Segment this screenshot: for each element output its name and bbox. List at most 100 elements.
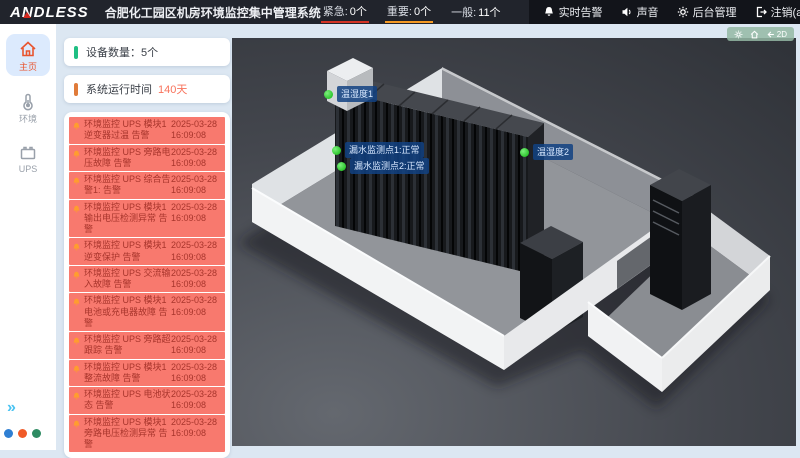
admin-button[interactable]: 后台管理 bbox=[677, 4, 737, 20]
arrow-left-icon bbox=[766, 30, 775, 39]
alarm-row[interactable]: 环境监控 UPS 综合告警1: 告警 2025-03-28 16:09:08 bbox=[69, 172, 225, 199]
alarm-clock: 16:09:08 bbox=[171, 213, 222, 224]
scene-2d-label: 2D bbox=[777, 30, 787, 39]
alarm-row[interactable]: 环境监控 UPS 模块1旁路电压检测异常 告警 2025-03-28 16:09… bbox=[69, 415, 225, 453]
alarm-message: 环境监控 UPS 模块1逆变保护 告警 bbox=[84, 240, 171, 263]
logo-text: ANDLESS bbox=[10, 4, 89, 21]
alarm-timestamp: 2025-03-28 16:09:08 bbox=[171, 295, 222, 318]
green-dot-indicator[interactable] bbox=[32, 429, 41, 438]
alarm-date: 2025-03-28 bbox=[171, 389, 222, 400]
orange-dot-indicator[interactable] bbox=[18, 429, 27, 438]
uptime-value: 140天 bbox=[158, 81, 187, 97]
alarm-message: 环境监控 UPS 电池状态 告警 bbox=[84, 389, 171, 412]
gear-icon bbox=[734, 30, 743, 39]
device-count-card: 设备数量： 5个 bbox=[64, 38, 230, 66]
alarm-message: 环境监控 UPS 模块1电池或充电器故障 告警 bbox=[84, 295, 171, 329]
sensor-label-text: 漏水监测点2:正常 bbox=[350, 158, 429, 174]
scene-toolbar: 2D bbox=[727, 27, 794, 41]
room-3d-view[interactable]: 温湿度1 漏水监测点1:正常 漏水监测点2:正常 温湿度2 bbox=[232, 38, 796, 446]
top-bar: ANDLESS 合肥化工园区机房环境监控集中管理系统 紧急:0个 重要:0个 一… bbox=[0, 0, 800, 24]
sensor-label[interactable]: 温湿度1 bbox=[324, 86, 377, 102]
sensor-label[interactable]: 漏水监测点2:正常 bbox=[337, 158, 429, 174]
device-count-label: 设备数量： bbox=[86, 44, 141, 60]
sidebar-status-dots bbox=[4, 429, 41, 438]
logout-button[interactable]: 注销(admin) bbox=[755, 4, 800, 20]
alarm-list: 环境监控 UPS 模块1逆变器过温 告警 2025-03-28 16:09:08… bbox=[64, 112, 230, 458]
sound-button[interactable]: 声音 bbox=[621, 4, 659, 20]
sidebar-expand-button[interactable]: » bbox=[7, 400, 14, 416]
thermometer-icon bbox=[18, 91, 38, 111]
alarm-bell-icon bbox=[72, 298, 81, 307]
stat-normal: 一般:11个 bbox=[449, 3, 502, 22]
sensor-label[interactable]: 漏水监测点1:正常 bbox=[332, 142, 424, 158]
alarm-timestamp: 2025-03-28 16:09:08 bbox=[171, 174, 222, 197]
alarm-timestamp: 2025-03-28 16:09:08 bbox=[171, 119, 222, 142]
sidebar-item-ups[interactable]: UPS bbox=[6, 138, 50, 177]
home-icon bbox=[18, 39, 38, 59]
alarm-timestamp: 2025-03-28 16:09:08 bbox=[171, 268, 222, 291]
alarm-bell-icon bbox=[72, 150, 81, 159]
bell-icon bbox=[543, 6, 555, 18]
alarm-bell-icon bbox=[72, 337, 81, 346]
alarm-clock: 16:09:08 bbox=[171, 252, 222, 263]
alarm-bell-icon bbox=[72, 392, 81, 401]
sidebar-item-label: 主页 bbox=[19, 60, 37, 73]
logout-icon bbox=[755, 6, 767, 18]
sensor-label[interactable]: 温湿度2 bbox=[520, 144, 573, 160]
topbar-right: 紧急:0个 重要:0个 一般:11个 实时告警 声音 后台管理 注销(admin… bbox=[321, 0, 800, 24]
sensor-label-text: 漏水监测点1:正常 bbox=[345, 142, 424, 158]
status-ok-dot-icon bbox=[332, 146, 341, 155]
left-panel: 设备数量： 5个 系统运行时间 140天 环境监控 UPS 模块1逆变器过温 告… bbox=[64, 38, 230, 458]
alarm-message: 环境监控 UPS 综合告警1: 告警 bbox=[84, 174, 171, 197]
alarm-message: 环境监控 UPS 交流输入故障 告警 bbox=[84, 268, 171, 291]
status-ok-dot-icon bbox=[337, 162, 346, 171]
alarm-message: 环境监控 UPS 模块1输出电压检测异常 告警 bbox=[84, 202, 171, 236]
alarm-date: 2025-03-28 bbox=[171, 174, 222, 185]
alarm-bell-icon bbox=[72, 420, 81, 429]
logo-accent bbox=[23, 12, 31, 18]
green-bar-icon bbox=[74, 46, 78, 59]
sidebar-item-environment[interactable]: 环境 bbox=[6, 86, 50, 128]
alarm-clock: 16:09:08 bbox=[171, 130, 222, 141]
alarm-row[interactable]: 环境监控 UPS 模块1输出电压检测异常 告警 2025-03-28 16:09… bbox=[69, 200, 225, 238]
battery-icon bbox=[18, 143, 38, 163]
alarm-row[interactable]: 环境监控 UPS 交流输入故障 告警 2025-03-28 16:09:08 bbox=[69, 266, 225, 293]
speaker-icon bbox=[621, 6, 633, 18]
sidebar-item-label: UPS bbox=[19, 164, 38, 174]
orange-bar-icon bbox=[74, 83, 78, 96]
app-title: 合肥化工园区机房环境监控集中管理系统 bbox=[105, 4, 321, 21]
alarm-clock: 16:09:08 bbox=[171, 400, 222, 411]
alarm-message: 环境监控 UPS 模块1逆变器过温 告警 bbox=[84, 119, 171, 142]
alarm-message: 环境监控 UPS 模块1旁路电压检测异常 告警 bbox=[84, 417, 171, 451]
alarm-bell-icon bbox=[72, 177, 81, 186]
stat-emergency: 紧急:0个 bbox=[321, 2, 369, 23]
status-ok-dot-icon bbox=[324, 90, 333, 99]
realtime-alarm-button[interactable]: 实时告警 bbox=[543, 4, 603, 20]
sensor-label-text: 温湿度2 bbox=[533, 144, 573, 160]
alarm-bell-icon bbox=[72, 271, 81, 280]
scene-2d-button[interactable]: 2D bbox=[766, 30, 787, 39]
stat-important: 重要:0个 bbox=[385, 2, 433, 23]
alarm-date: 2025-03-28 bbox=[171, 147, 222, 158]
alarm-row[interactable]: 环境监控 UPS 旁路超跟踪 告警 2025-03-28 16:09:08 bbox=[69, 332, 225, 359]
header-button-panel: 实时告警 声音 后台管理 注销(admin) bbox=[529, 0, 800, 24]
alarm-row[interactable]: 环境监控 UPS 模块1逆变器过温 告警 2025-03-28 16:09:08 bbox=[69, 117, 225, 144]
scene-settings-button[interactable] bbox=[734, 30, 743, 39]
alarm-row[interactable]: 环境监控 UPS 旁路电压故障 告警 2025-03-28 16:09:08 bbox=[69, 145, 225, 172]
alarm-date: 2025-03-28 bbox=[171, 295, 222, 306]
alarm-message: 环境监控 UPS 旁路电压故障 告警 bbox=[84, 147, 171, 170]
alarm-message: 环境监控 UPS 旁路超跟踪 告警 bbox=[84, 334, 171, 357]
device-count-value: 5个 bbox=[141, 44, 158, 60]
alarm-row[interactable]: 环境监控 UPS 模块1整流故障 告警 2025-03-28 16:09:08 bbox=[69, 360, 225, 387]
scene-home-button[interactable] bbox=[750, 30, 759, 39]
blue-dot-indicator[interactable] bbox=[4, 429, 13, 438]
alarm-row[interactable]: 环境监控 UPS 模块1逆变保护 告警 2025-03-28 16:09:08 bbox=[69, 238, 225, 265]
alarm-row[interactable]: 环境监控 UPS 模块1电池或充电器故障 告警 2025-03-28 16:09… bbox=[69, 293, 225, 331]
alarm-row[interactable]: 环境监控 UPS 电池状态 告警 2025-03-28 16:09:08 bbox=[69, 387, 225, 414]
alarm-clock: 16:09:08 bbox=[171, 158, 222, 169]
alarm-timestamp: 2025-03-28 16:09:08 bbox=[171, 240, 222, 263]
alarm-bell-icon bbox=[72, 205, 81, 214]
app-logo: ANDLESS bbox=[10, 4, 89, 21]
sidebar-item-home[interactable]: 主页 bbox=[6, 34, 50, 76]
sensor-labels-layer: 温湿度1 漏水监测点1:正常 漏水监测点2:正常 温湿度2 bbox=[232, 38, 796, 446]
